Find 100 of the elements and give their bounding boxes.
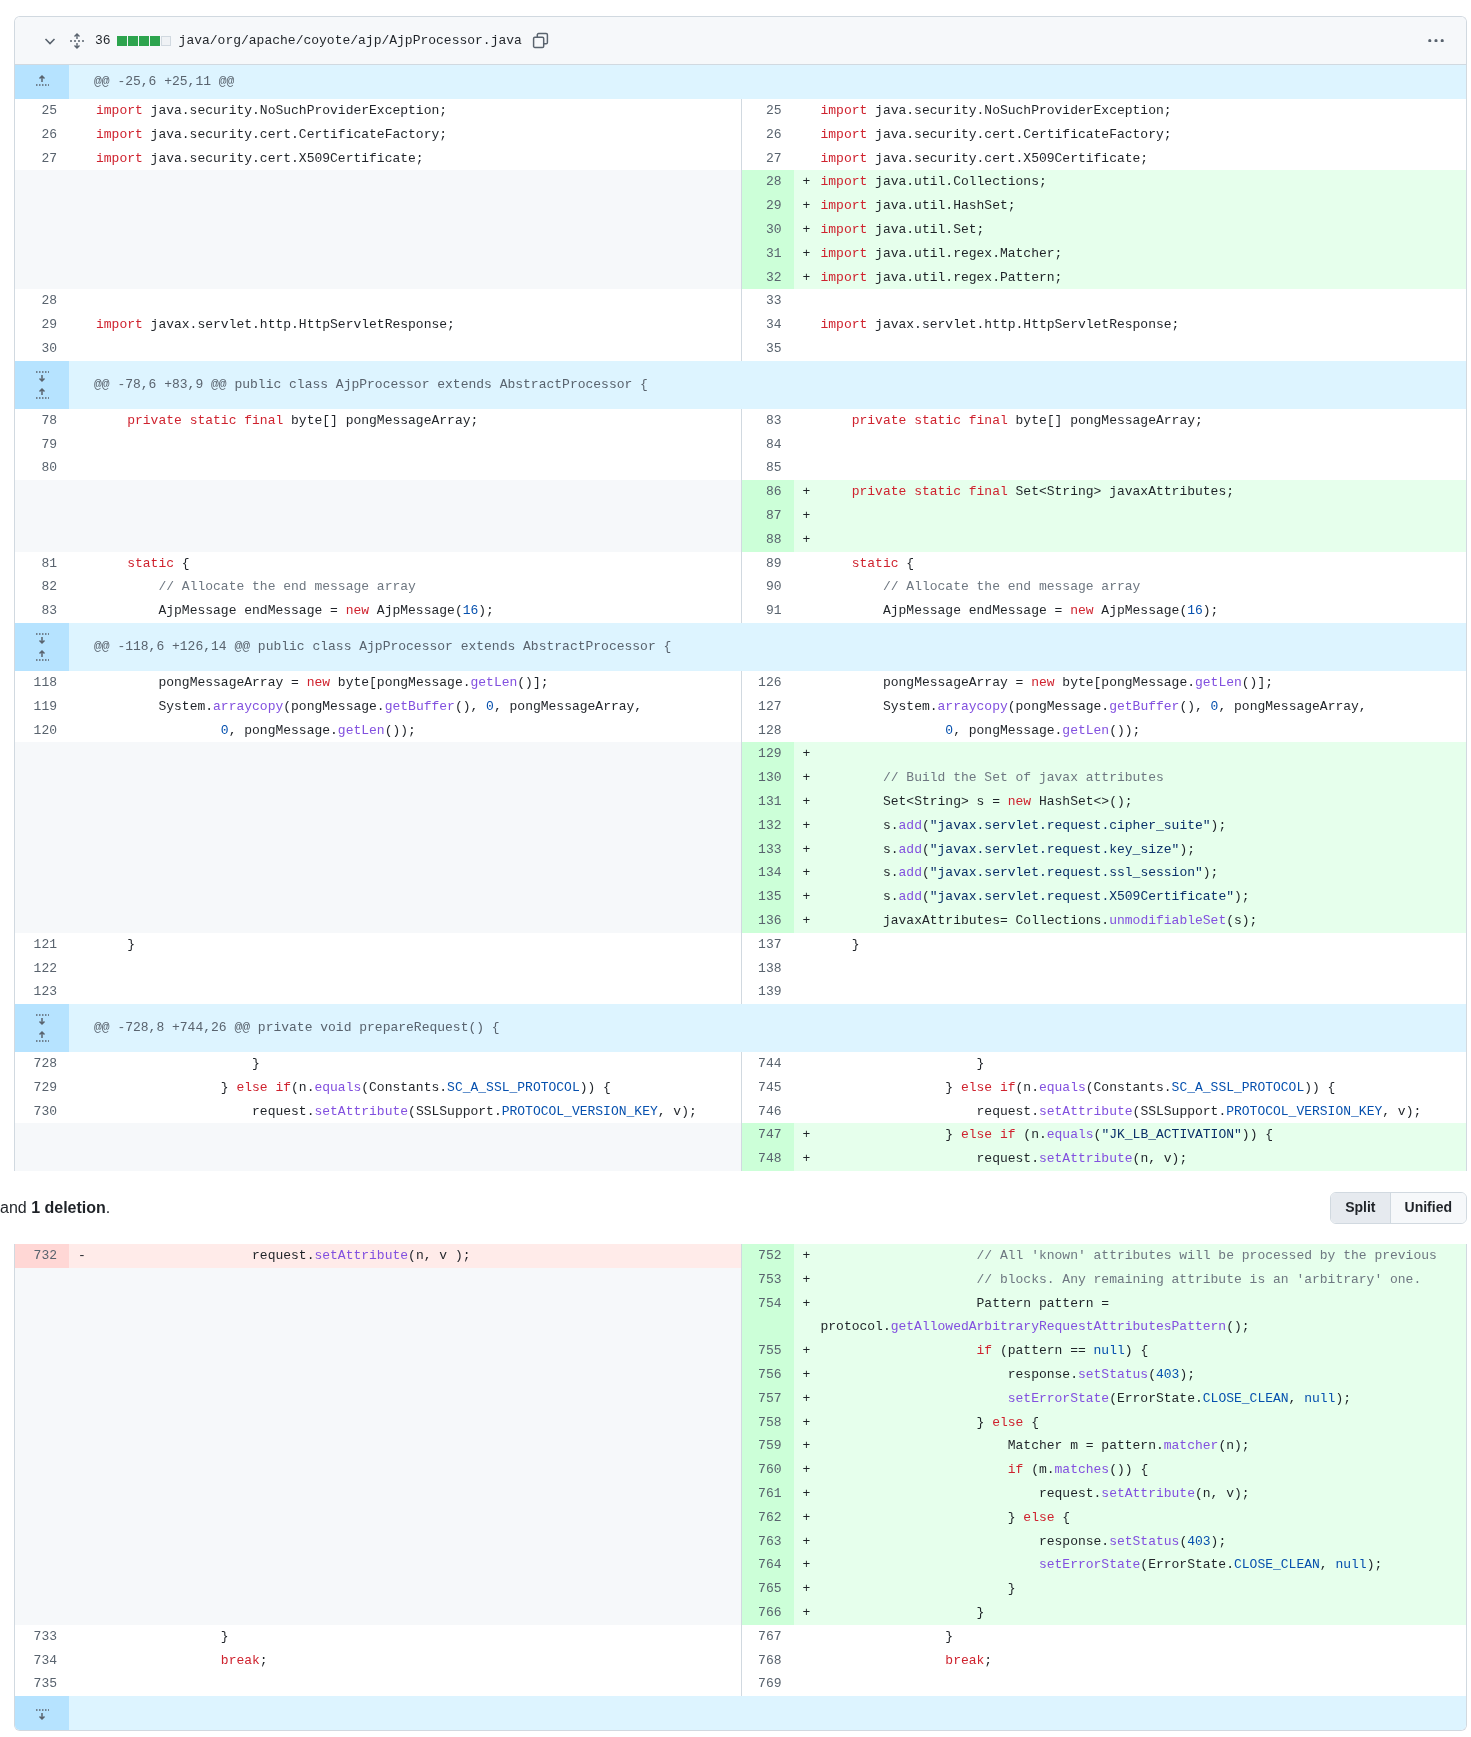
code-line: } else { bbox=[1006, 1509, 1071, 1525]
line-number[interactable]: 747 bbox=[741, 1123, 794, 1148]
line-number[interactable]: 135 bbox=[741, 885, 794, 909]
code-line: static { bbox=[126, 555, 190, 571]
diff-sign: + bbox=[802, 841, 811, 857]
hunk-header-text: @@ -78,6 +83,9 @@ public class AjpProcessor extends AbstractProcessor { bbox=[93, 376, 648, 394]
line-number[interactable]: 32 bbox=[741, 265, 794, 290]
code-line: request.setAttribute(n, v); bbox=[1037, 1486, 1250, 1502]
code-line: } bbox=[251, 1056, 260, 1072]
diff-sign: + bbox=[802, 269, 811, 285]
diff-sign: + bbox=[802, 865, 811, 881]
view-mode-tab[interactable]: Unified bbox=[1389, 1192, 1466, 1223]
line-number[interactable]: 31 bbox=[741, 241, 794, 266]
line-number[interactable]: 732 bbox=[15, 1244, 69, 1268]
code-line: import java.security.cert.X509Certificate; bbox=[820, 150, 1149, 166]
code-line: import java.util.regex.Pattern; bbox=[820, 269, 1063, 285]
expand-lines-button[interactable] bbox=[15, 1696, 69, 1731]
hunk-header-text: @@ -728,8 +744,26 @@ private void prepareRequest() { bbox=[93, 1019, 500, 1038]
line-number[interactable]: 762 bbox=[741, 1505, 794, 1530]
line-number[interactable]: 755 bbox=[741, 1339, 794, 1364]
line-number[interactable]: 752 bbox=[741, 1244, 794, 1268]
line-number[interactable]: 133 bbox=[741, 837, 794, 862]
code-line: import java.util.Collections; bbox=[820, 174, 1047, 190]
line-number[interactable]: 87 bbox=[741, 503, 794, 528]
view-mode-tab[interactable]: Split bbox=[1331, 1192, 1390, 1223]
code-line: request.setAttribute(SSLSupport.PROTOCOL_VERSION_KEY, v); bbox=[251, 1103, 697, 1119]
code-line: } bbox=[944, 1628, 954, 1644]
code-line: private static final byte[] pongMessageArray; bbox=[126, 412, 479, 428]
code-line: break; bbox=[944, 1652, 993, 1668]
line-number[interactable]: 132 bbox=[741, 813, 794, 838]
hunk-header-text: @@ -25,6 +25,11 @@ bbox=[93, 73, 235, 92]
code-line: private static final Set<String> javaxAttributes; bbox=[850, 484, 1234, 500]
code-line: request.setAttribute(n, v); bbox=[975, 1151, 1188, 1167]
code-line: response.setStatus(403); bbox=[1037, 1533, 1227, 1549]
diff-sign: + bbox=[802, 1533, 811, 1549]
kebab-icon bbox=[1427, 38, 1445, 43]
line-number[interactable]: 136 bbox=[741, 908, 794, 933]
line-number[interactable]: 754 bbox=[741, 1291, 794, 1340]
line-number[interactable]: 28 bbox=[741, 170, 794, 195]
line-number[interactable]: 130 bbox=[741, 766, 794, 790]
line-number[interactable]: 86 bbox=[741, 480, 794, 504]
code-line: } else if(n.equals(Constants.SC_A_SSL_PROTOCOL)) { bbox=[944, 1079, 1336, 1095]
diff-sign: + bbox=[802, 770, 811, 786]
code-line: import java.util.Set; bbox=[820, 222, 985, 237]
code-line: } else if (n.equals("JK_LB_ACTIVATION")) { bbox=[944, 1127, 1274, 1143]
expand-lines-button[interactable] bbox=[15, 1004, 69, 1053]
line-number[interactable]: 763 bbox=[741, 1529, 794, 1554]
diff-sign: + bbox=[802, 222, 811, 237]
code-line: } else { bbox=[975, 1414, 1039, 1430]
code-line: // Build the Set of javax attributes bbox=[881, 770, 1164, 786]
diff-sign: - bbox=[78, 1248, 86, 1264]
line-number[interactable]: 129 bbox=[741, 742, 794, 767]
line-number[interactable]: 761 bbox=[741, 1482, 794, 1506]
diff-sign: + bbox=[802, 1271, 811, 1287]
line-number[interactable]: 756 bbox=[741, 1363, 794, 1387]
line-number[interactable]: 766 bbox=[741, 1601, 794, 1625]
diff-sign: + bbox=[802, 1509, 811, 1525]
code-line: Set<String> s = new HashSet<>(); bbox=[881, 793, 1133, 809]
copy-icon bbox=[532, 32, 550, 49]
diff-sign: + bbox=[802, 1390, 811, 1406]
code-line: s.add("javax.servlet.request.cipher_suite"); bbox=[881, 817, 1227, 833]
line-number[interactable]: 765 bbox=[741, 1577, 794, 1602]
code-line: System.arraycopy(pongMessage.getBuffer(), 0, pongMessageArray, bbox=[881, 698, 1367, 714]
code-line: import javax.servlet.http.HttpServletResponse; bbox=[820, 317, 1180, 333]
expand-lines-button[interactable] bbox=[15, 622, 69, 671]
code-line: import java.security.cert.CertificateFactory; bbox=[820, 126, 1172, 142]
code-line: s.add("javax.servlet.request.ssl_session"); bbox=[881, 865, 1219, 881]
line-number[interactable]: 764 bbox=[741, 1553, 794, 1578]
line-number[interactable]: 29 bbox=[741, 194, 794, 218]
code-line: javaxAttributes= Collections.unmodifiableSet(s); bbox=[881, 912, 1258, 928]
diff-sign: + bbox=[802, 198, 811, 214]
file-path-link[interactable]: java/org/apache/coyote/ajp/AjpProcessor.java bbox=[178, 30, 522, 51]
unfold-arrows-icon bbox=[69, 32, 85, 49]
line-number[interactable]: 134 bbox=[741, 861, 794, 886]
code-line: setErrorState(ErrorState.CLOSE_CLEAN, null); bbox=[1006, 1390, 1352, 1406]
code-line: Matcher m = pattern.matcher(n); bbox=[1006, 1438, 1250, 1454]
code-line: private static final byte[] pongMessageArray; bbox=[850, 412, 1203, 428]
diff-sign: + bbox=[802, 1127, 811, 1143]
code-line: import java.util.regex.Matcher; bbox=[820, 245, 1063, 261]
expand-lines-button[interactable] bbox=[15, 360, 69, 409]
expand-lines-button[interactable] bbox=[15, 65, 69, 99]
line-number[interactable]: 131 bbox=[741, 789, 794, 814]
line-number[interactable]: 753 bbox=[741, 1267, 794, 1292]
code-line: } bbox=[126, 936, 136, 952]
line-number[interactable]: 757 bbox=[741, 1386, 794, 1411]
diff-sign: + bbox=[802, 793, 811, 809]
line-number[interactable]: 30 bbox=[741, 218, 794, 242]
line-number[interactable]: 760 bbox=[741, 1458, 794, 1483]
diff-sign: + bbox=[802, 1151, 811, 1167]
diff-sign: + bbox=[802, 507, 811, 523]
diff-sign: + bbox=[802, 1438, 811, 1454]
code-line: } bbox=[975, 1605, 985, 1621]
diff-sign: + bbox=[802, 1605, 811, 1621]
code-line: pongMessageArray = new byte[pongMessage.getLen()]; bbox=[157, 674, 549, 690]
diff-sign: + bbox=[802, 1581, 811, 1597]
line-number[interactable]: 759 bbox=[741, 1434, 794, 1459]
line-number[interactable]: 758 bbox=[741, 1410, 794, 1435]
line-number[interactable]: 88 bbox=[741, 527, 794, 552]
code-line: } bbox=[975, 1056, 985, 1072]
line-number[interactable]: 748 bbox=[741, 1147, 794, 1172]
